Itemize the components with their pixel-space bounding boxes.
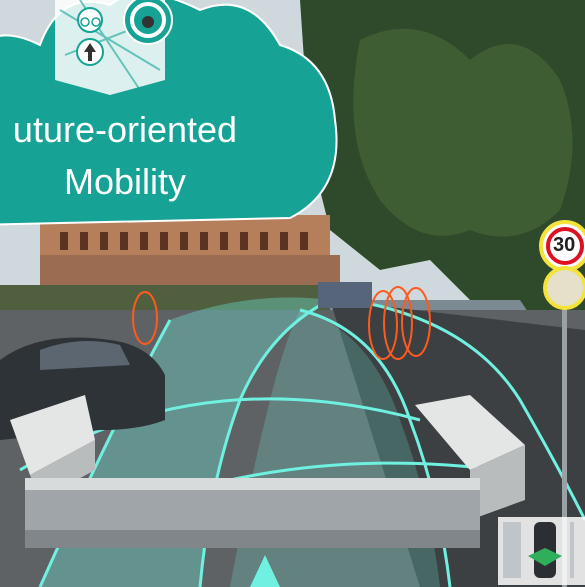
car-top-view-icon [498, 517, 585, 585]
cloud-title-line2: Mobility [63, 161, 187, 202]
cloud-title-line1: uture-oriented [12, 109, 238, 150]
tree-canopy [353, 28, 573, 237]
scene-illustration [0, 0, 585, 587]
speed-limit-label: 30 [553, 234, 576, 256]
steering-wheel-icon [123, 0, 173, 45]
van [318, 282, 372, 308]
automotive-perception-scene: 30 uture-oriented Mobility [0, 0, 585, 587]
secondary-sign [543, 266, 585, 310]
bicycle-icon [77, 7, 103, 33]
straight-arrow-icon [76, 38, 104, 66]
